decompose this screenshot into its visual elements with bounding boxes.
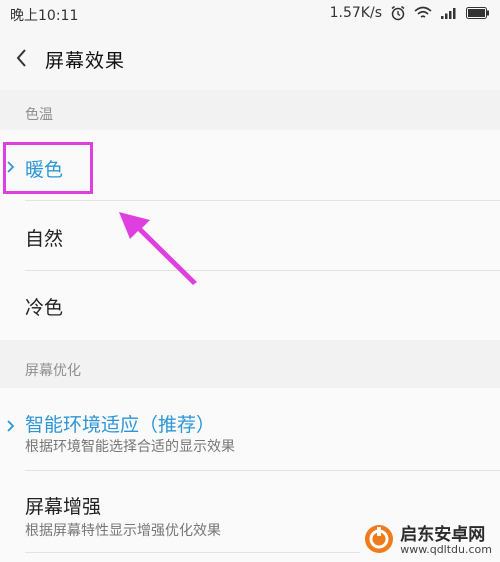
option-natural[interactable]: 自然 xyxy=(0,200,500,270)
network-speed: 1.57K/s xyxy=(329,5,382,21)
chevron-right-icon xyxy=(6,418,16,432)
battery-icon xyxy=(466,7,490,19)
status-right: 1.57K/s xyxy=(330,5,490,21)
watermark-logo-icon xyxy=(364,524,394,558)
option-warm[interactable]: 暖色 xyxy=(0,130,500,200)
watermark-name: 启东安卓网 xyxy=(400,524,486,545)
watermark: 启东安卓网 www.qdltdu.com xyxy=(364,524,492,558)
option-smart-adapt[interactable]: 智能环境适应（推荐） 根据环境智能选择合适的显示效果 xyxy=(0,388,500,468)
option-warm-label: 暖色 xyxy=(25,159,64,181)
chevron-right-icon xyxy=(6,159,16,173)
status-time: 晚上10:11 xyxy=(10,8,79,24)
divider xyxy=(25,552,360,553)
signal-icon xyxy=(440,6,458,20)
option-natural-label: 自然 xyxy=(25,228,64,250)
color-temp-card: 暖色 自然 冷色 xyxy=(0,130,500,340)
chevron-left-icon[interactable] xyxy=(10,46,34,70)
option-cool-label: 冷色 xyxy=(25,297,64,319)
option-smart-adapt-desc: 根据环境智能选择合适的显示效果 xyxy=(25,439,235,455)
section-label-color-temp: 色温 xyxy=(25,107,53,123)
option-cool[interactable]: 冷色 xyxy=(0,270,500,340)
option-enhance-desc: 根据屏幕特性显示增强优化效果 xyxy=(25,523,221,539)
watermark-url: www.qdltdu.com xyxy=(400,543,492,557)
app-header: 屏幕效果 xyxy=(0,28,500,90)
status-bar: 晚上10:11 1.57K/s xyxy=(0,0,500,28)
option-smart-adapt-label: 智能环境适应（推荐） xyxy=(25,414,216,436)
option-enhance-label: 屏幕增强 xyxy=(25,496,102,518)
section-label-optimization: 屏幕优化 xyxy=(25,363,81,379)
wifi-icon xyxy=(414,6,432,20)
page-title: 屏幕效果 xyxy=(45,50,126,72)
alarm-icon xyxy=(390,5,406,21)
